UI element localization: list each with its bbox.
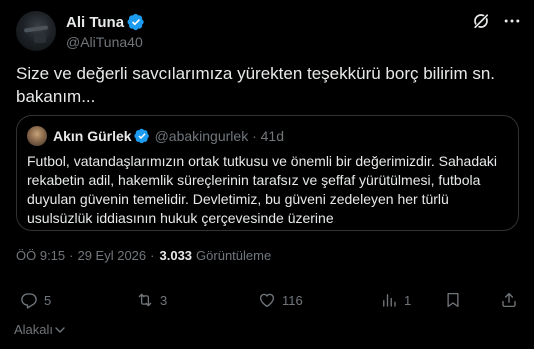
quoted-author-name[interactable]: Akın Gürlek: [53, 128, 132, 144]
bookmark-count: 1: [404, 292, 412, 308]
quoted-tweet-header: Akın Gürlek @abakingurlek · 41d: [27, 126, 284, 146]
bookmark-icon: [447, 292, 459, 308]
retweet-icon: [138, 293, 152, 307]
reply-button[interactable]: 5: [20, 291, 51, 309]
tweet-actions: 5 3 116 1: [16, 291, 518, 311]
quoted-tweet[interactable]: Akın Gürlek @abakingurlek · 41d Futbol, …: [16, 115, 519, 231]
analytics-button[interactable]: 1: [380, 291, 411, 309]
related-dropdown[interactable]: Alakalı: [14, 322, 66, 337]
verified-badge-icon: [127, 13, 144, 31]
grok-icon[interactable]: [471, 11, 491, 31]
tweet-text: Size ve değerli savcılarımıza yürekten t…: [16, 64, 496, 106]
tweet-header: Ali Tuna @AliTuna40: [16, 11, 522, 51]
meta-separator: ·: [69, 248, 74, 263]
retweet-count: 3: [160, 292, 168, 308]
author-handle[interactable]: @AliTuna40: [66, 34, 145, 50]
quoted-author-avatar[interactable]: [27, 126, 47, 146]
like-count: 116: [282, 292, 303, 308]
reply-count: 5: [44, 292, 52, 308]
tweet-meta: ÖÖ 9:15 · 29 Eyl 2026 · 3.033 Görüntülem…: [16, 248, 271, 263]
quoted-author-handle-time[interactable]: @abakingurlek · 41d: [155, 128, 284, 144]
like-icon: [259, 293, 275, 308]
view-label: Görüntüleme: [196, 248, 272, 263]
author-display-name[interactable]: Ali Tuna: [66, 14, 124, 31]
quoted-tweet-text: Futbol, vatandaşlarımızın ortak tutkusu …: [27, 153, 498, 226]
chevron-down-icon: [55, 326, 65, 333]
retweet-button[interactable]: 3: [136, 291, 167, 309]
reply-icon: [21, 293, 37, 309]
tweet-time[interactable]: ÖÖ 9:15: [16, 248, 65, 263]
meta-separator: ·: [150, 248, 155, 263]
tweet-detail: Ali Tuna @AliTuna40 Size ve değerli savc…: [0, 0, 534, 349]
verified-badge-icon: [134, 128, 149, 144]
author-names: Ali Tuna @AliTuna40: [66, 12, 145, 50]
author-avatar[interactable]: [16, 11, 56, 51]
related-label: Alakalı: [14, 322, 54, 337]
like-button[interactable]: 116: [258, 291, 303, 309]
view-count: 3.033: [159, 248, 193, 263]
analytics-icon: [383, 294, 396, 307]
more-icon[interactable]: [502, 11, 522, 31]
share-button[interactable]: [500, 291, 518, 309]
tweet-date[interactable]: 29 Eyl 2026: [77, 248, 146, 263]
share-icon: [502, 292, 516, 308]
bookmark-button[interactable]: [444, 291, 462, 309]
